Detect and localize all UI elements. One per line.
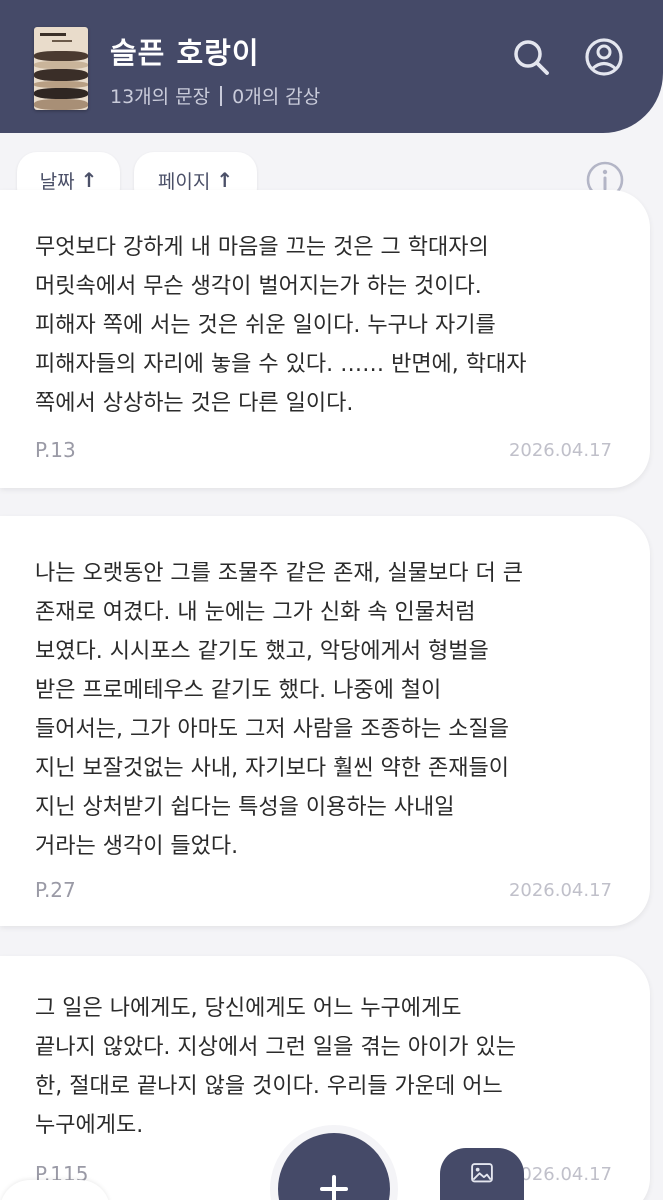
quote-text: 그 일은 나에게도, 당신에게도 어느 누구에게도 끝나지 않았다. 지상에서 …	[35, 996, 516, 1138]
quote-card[interactable]: 나는 오랫동안 그를 조물주 같은 존재, 실물보다 더 큰 존재로 여겼다. …	[0, 516, 650, 926]
arrow-up-icon: ↑	[80, 168, 98, 192]
arrow-up-icon: ↑	[216, 168, 234, 192]
app-header: 슬픈 호랑이 13개의 문장 0개의 감상	[0, 0, 663, 133]
quote-date: 2026.04.17	[508, 1164, 612, 1185]
profile-icon[interactable]	[583, 36, 625, 78]
search-icon[interactable]	[510, 36, 552, 78]
quote-text: 무엇보다 강하게 내 마음을 끄는 것은 그 학대자의 머릿속에서 무슨 생각이…	[35, 235, 527, 416]
quote-card[interactable]: 무엇보다 강하게 내 마음을 끄는 것은 그 학대자의 머릿속에서 무슨 생각이…	[0, 190, 650, 488]
bottom-left-button[interactable]	[0, 1180, 110, 1200]
quote-date: 2026.04.17	[508, 440, 612, 461]
quote-date: 2026.04.17	[508, 880, 612, 901]
image-icon	[471, 1163, 493, 1183]
book-cover	[34, 27, 88, 110]
book-title: 슬픈 호랑이	[110, 36, 260, 70]
quote-page: P.27	[35, 878, 76, 902]
quote-text: 나는 오랫동안 그를 조물주 같은 존재, 실물보다 더 큰 존재로 여겼다. …	[35, 561, 523, 859]
sentence-count: 13개의 문장	[110, 86, 211, 108]
review-count: 0개의 감상	[232, 86, 321, 108]
book-stats: 13개의 문장 0개의 감상	[110, 82, 320, 109]
add-image-button[interactable]	[440, 1148, 524, 1200]
stats-divider	[220, 85, 223, 106]
quote-page: P.13	[35, 438, 76, 462]
